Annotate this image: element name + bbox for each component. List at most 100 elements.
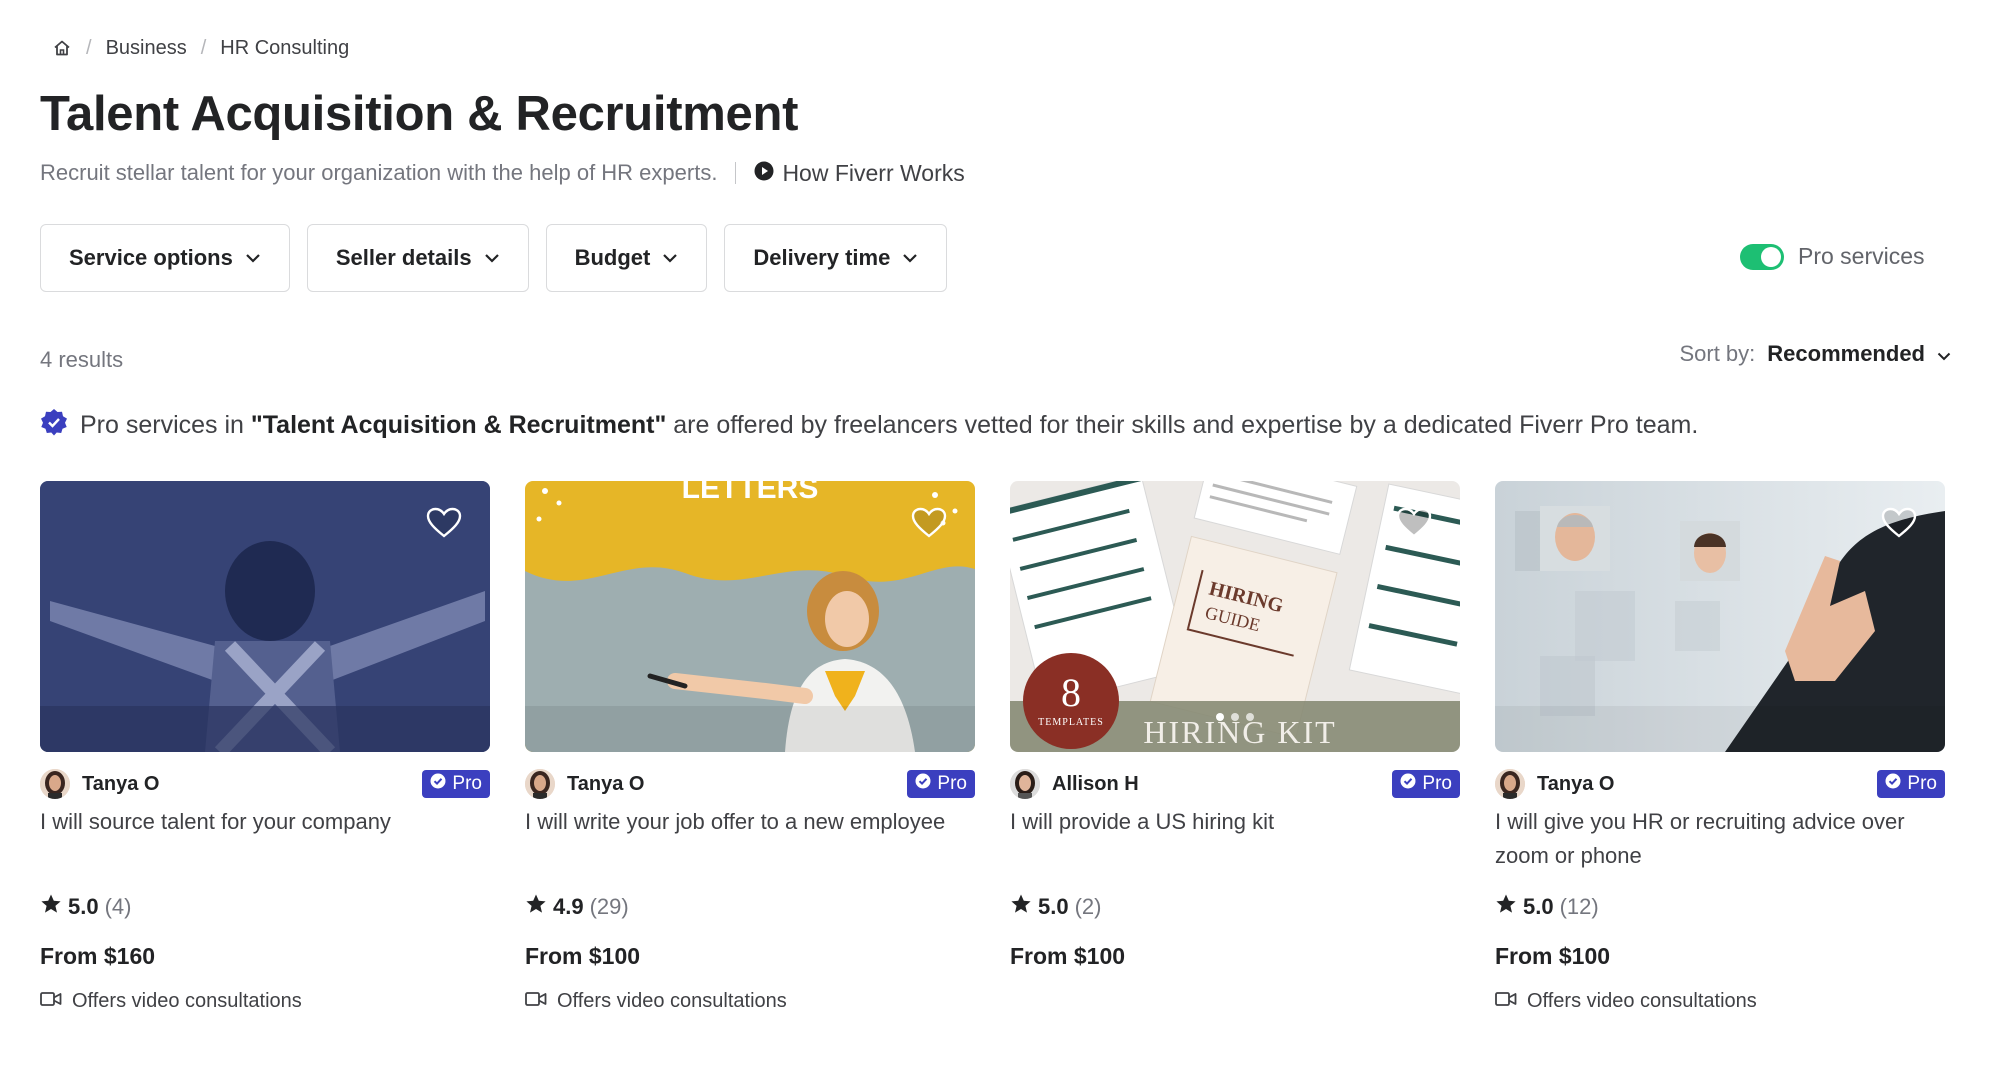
heart-icon[interactable]	[426, 507, 462, 544]
gig-title[interactable]: I will source talent for your company	[40, 805, 490, 873]
heart-icon[interactable]	[911, 507, 947, 544]
delivery-time-filter[interactable]: Delivery time	[724, 224, 948, 292]
page-subtitle-row: Recruit stellar talent for your organiza…	[40, 157, 965, 189]
rating-count: (29)	[589, 894, 629, 919]
pro-badge-label: Pro	[937, 773, 967, 794]
gig-price[interactable]: From $100	[1495, 943, 1945, 970]
seller-row: Tanya O Pro	[525, 768, 975, 800]
chevron-down-icon	[1937, 341, 1951, 367]
gig-price[interactable]: From $160	[40, 943, 490, 970]
video-consultation-row: Offers video consultations	[40, 990, 490, 1013]
heart-icon[interactable]	[1396, 507, 1432, 544]
service-options-filter[interactable]: Service options	[40, 224, 290, 292]
pro-verified-icon	[430, 773, 446, 795]
gig-title[interactable]: I will give you HR or recruiting advice …	[1495, 805, 1945, 873]
pro-services-toggle[interactable]	[1740, 243, 1784, 270]
rating-score: 5.0	[1523, 894, 1554, 919]
results-count: 4 results	[40, 347, 124, 372]
rating-row: 4.9 (29)	[525, 893, 975, 921]
seller-row: Tanya O Pro	[1495, 768, 1945, 800]
pro-badge: Pro	[422, 770, 490, 798]
gig-thumbnail[interactable]	[1495, 481, 1945, 752]
avatar[interactable]	[1495, 769, 1525, 799]
star-icon	[1495, 893, 1517, 921]
gig-thumbnail[interactable]: LETTERS	[525, 481, 975, 752]
filter-label: Budget	[574, 245, 651, 270]
video-consultation-label: Offers video consultations	[72, 990, 302, 1012]
thumbnail-text-8: 8	[1061, 670, 1081, 715]
chevron-down-icon	[484, 253, 500, 263]
pro-notice-category: "Talent Acquisition & Recruitment"	[250, 411, 667, 439]
gig-card[interactable]: HIRING GUIDE HIRING KIT 8 TEMPLATES Alli…	[1010, 481, 1460, 1013]
rating-count: (4)	[104, 894, 132, 919]
video-camera-icon	[1495, 990, 1517, 1013]
how-fiverr-works-link[interactable]: How Fiverr Works	[754, 159, 965, 187]
thumbnail-text-templates: TEMPLATES	[1038, 717, 1104, 728]
avatar[interactable]	[525, 769, 555, 799]
breadcrumb: / Business / HR Consulting	[52, 36, 349, 60]
video-camera-icon	[525, 990, 547, 1013]
breadcrumb-link-business[interactable]: Business	[106, 37, 187, 60]
play-icon	[754, 160, 774, 187]
breadcrumb-separator: /	[86, 36, 92, 59]
pro-badge: Pro	[1392, 770, 1460, 798]
video-consultation-row: Offers video consultations	[1495, 990, 1945, 1013]
avatar[interactable]	[40, 769, 70, 799]
gig-price[interactable]: From $100	[525, 943, 975, 970]
avatar[interactable]	[1010, 769, 1040, 799]
gig-price[interactable]: From $100	[1010, 943, 1460, 970]
star-icon	[1010, 893, 1032, 921]
sort-dropdown[interactable]: Sort by: Recommended	[1679, 341, 1951, 367]
page-title: Talent Acquisition & Recruitment	[40, 87, 799, 141]
gig-title[interactable]: I will write your job offer to a new emp…	[525, 805, 975, 873]
seller-details-filter[interactable]: Seller details	[306, 224, 529, 292]
pro-services-toggle-row: Pro services	[1740, 243, 1925, 270]
breadcrumb-link-hr-consulting[interactable]: HR Consulting	[220, 37, 349, 60]
rating-score: 4.9	[553, 894, 584, 919]
rating-count: (2)	[1074, 894, 1102, 919]
rating-score: 5.0	[1038, 894, 1069, 919]
pro-verified-icon	[1885, 773, 1901, 795]
filter-label: Seller details	[335, 245, 472, 270]
how-fiverr-works-label: How Fiverr Works	[782, 159, 965, 186]
pro-notice-text: Pro services in "Talent Acquisition & Re…	[80, 411, 1698, 440]
gig-card[interactable]: Tanya O Pro I will give you HR or recrui…	[1495, 481, 1945, 1013]
rating-row: 5.0 (2)	[1010, 893, 1460, 921]
pro-notice-suffix: are offered by freelancers vetted for th…	[666, 411, 1699, 439]
pro-services-notice: Pro services in "Talent Acquisition & Re…	[40, 408, 1698, 443]
page-subtitle: Recruit stellar talent for your organiza…	[40, 160, 718, 185]
rating-score: 5.0	[68, 894, 99, 919]
gig-title[interactable]: I will provide a US hiring kit	[1010, 805, 1460, 873]
pro-badge: Pro	[907, 770, 975, 798]
breadcrumb-separator: /	[200, 36, 207, 59]
seller-name[interactable]: Allison H	[1052, 773, 1139, 796]
gig-card-list: Tanya O Pro I will source talent for you…	[40, 481, 1945, 1013]
pro-badge-label: Pro	[1907, 773, 1937, 794]
home-icon[interactable]	[52, 38, 72, 58]
gig-thumbnail[interactable]	[40, 481, 490, 752]
heart-icon[interactable]	[1881, 507, 1917, 544]
pro-verified-icon	[1400, 773, 1416, 795]
seller-name[interactable]: Tanya O	[1537, 773, 1614, 796]
seller-name[interactable]: Tanya O	[567, 773, 644, 796]
seller-row: Tanya O Pro	[40, 768, 490, 800]
chevron-down-icon	[902, 253, 918, 263]
star-icon	[525, 893, 547, 921]
pro-verified-icon	[40, 408, 68, 443]
seller-name[interactable]: Tanya O	[82, 773, 159, 796]
gig-thumbnail[interactable]: HIRING GUIDE HIRING KIT 8 TEMPLATES	[1010, 481, 1460, 752]
thumbnail-text-hiring-kit: HIRING KIT	[1143, 714, 1336, 750]
video-consultation-label: Offers video consultations	[557, 990, 787, 1012]
gig-card[interactable]: Tanya O Pro I will source talent for you…	[40, 481, 490, 1013]
star-icon	[40, 893, 62, 921]
chevron-down-icon	[662, 253, 678, 263]
rating-count: (12)	[1559, 894, 1599, 919]
chevron-down-icon	[245, 253, 261, 263]
gig-card[interactable]: LETTERS Tanya O Pro I will write your jo…	[525, 481, 975, 1013]
video-camera-icon	[40, 990, 62, 1013]
filter-label: Delivery time	[753, 245, 891, 270]
sort-value: Recommended	[1767, 341, 1925, 366]
filter-label: Service options	[69, 245, 233, 270]
budget-filter[interactable]: Budget	[545, 224, 708, 292]
pro-badge-label: Pro	[452, 773, 482, 794]
